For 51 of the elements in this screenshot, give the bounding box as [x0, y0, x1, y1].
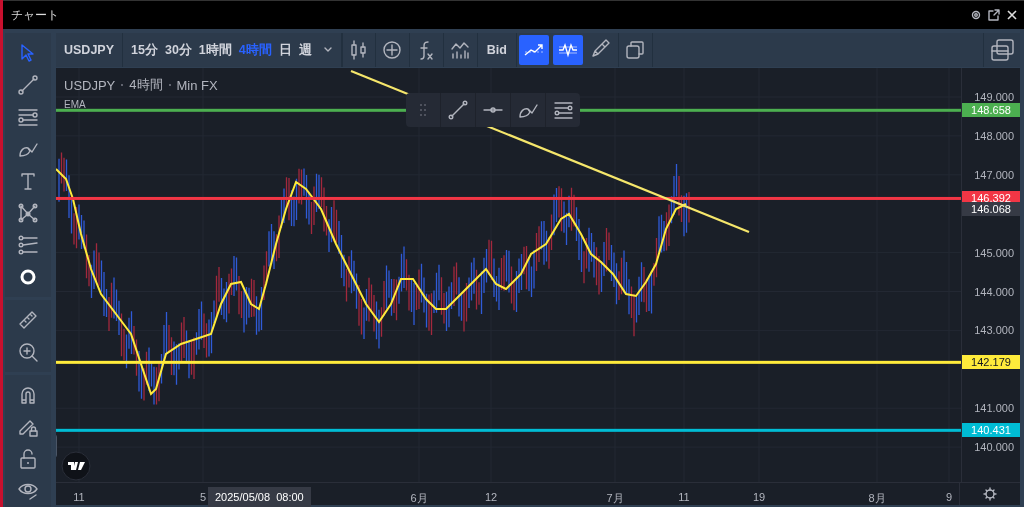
price-tick: 145.000 [974, 246, 1014, 259]
price-tick: 143.000 [974, 324, 1014, 337]
legend-text: Min FX [176, 77, 218, 93]
interval-tab[interactable]: 30分 [164, 41, 192, 59]
toolbar-button[interactable] [518, 35, 549, 65]
settings-icon [983, 487, 997, 501]
time-tick: 11 [678, 491, 690, 503]
price-tick: 149.000 [974, 91, 1014, 103]
interval-tab[interactable]: 週 [298, 41, 312, 59]
price-tick: 144.000 [974, 285, 1014, 298]
time-tick: 12 [484, 491, 498, 503]
time-tick: 11 [73, 491, 85, 503]
price-tick: 140.000 [974, 441, 1014, 454]
price-label: 142.179 [962, 355, 1020, 370]
current-price-label: 146.068 [962, 202, 1020, 217]
interval-tab[interactable]: 1時間 [198, 41, 232, 59]
add-circle-icon [381, 39, 404, 61]
popout-icon [988, 9, 1000, 21]
price-label: 148.658 [962, 103, 1020, 118]
price-level-line[interactable] [56, 196, 961, 200]
legend-text: 4時間 [129, 76, 163, 94]
settings-icon [970, 9, 982, 21]
horizontal-lines-icon [553, 100, 573, 120]
toolbar-button[interactable] [341, 33, 376, 67]
price-level-line[interactable] [56, 428, 961, 432]
close-icon [1006, 9, 1018, 21]
price-level-line[interactable] [56, 360, 961, 364]
time-tick: 9 [945, 491, 953, 503]
legend-text: USDJPY [64, 77, 116, 93]
window-title: チャート [11, 6, 60, 24]
price-tick: 148.000 [974, 129, 1014, 142]
price-tick: 141.000 [974, 402, 1014, 415]
layout-windows-icon [989, 37, 1015, 63]
time-tick: 19 [752, 491, 766, 503]
caret-down-icon [322, 46, 333, 54]
crosshair-time-label: 2025/05/08 08:00 [208, 487, 311, 507]
interval-tab[interactable]: 15分 [131, 41, 158, 59]
copy-icon [624, 39, 647, 61]
price-type-button[interactable]: Bid [477, 33, 517, 67]
time-tick: 7月 [606, 491, 624, 506]
time-tick: 5 [199, 491, 207, 503]
time-tick: 6月 [410, 491, 428, 506]
price-tick: 147.000 [974, 168, 1014, 181]
drag-handle-icon [419, 103, 427, 117]
toolbar-button[interactable] [552, 35, 583, 65]
price-label: 140.431 [962, 423, 1020, 438]
time-tick: 8月 [868, 491, 886, 506]
line-tool-icon [448, 100, 468, 120]
indicator-label: EMA [64, 99, 86, 110]
symbol-button[interactable]: USDJPY [64, 43, 115, 57]
interval-tab[interactable]: 日 [278, 41, 292, 59]
